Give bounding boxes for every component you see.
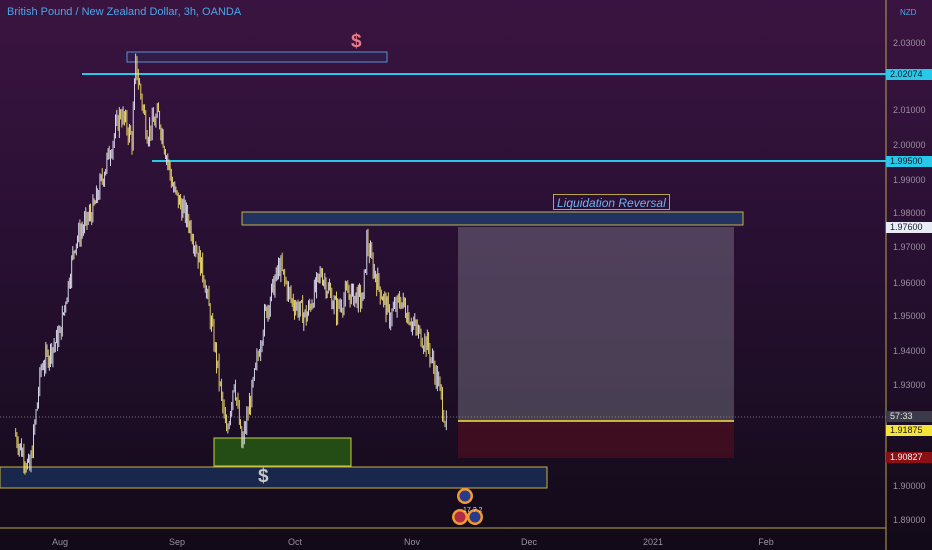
long-position-profit-zone[interactable] [458,227,734,421]
y-tick: 1.90000 [893,481,926,491]
liquidation-reversal-zone[interactable] [241,211,744,226]
long-position-stop-zone[interactable] [458,421,734,458]
y-tick: 1.98000 [893,208,926,218]
top-liquidity-box[interactable] [126,51,388,63]
chart-canvas[interactable] [0,0,932,550]
price-tag-stop[interactable]: 1.90827 [886,452,932,463]
y-tick: 2.03000 [893,38,926,48]
blue-support-zone[interactable] [0,466,548,489]
x-tick: 2021 [642,537,664,547]
countdown-tag: 57:33 [886,411,932,422]
y-tick: 2.01000 [893,105,926,115]
nz-flag-icon [459,490,471,502]
y-tick: 1.89000 [893,515,926,525]
x-tick: Sep [168,537,186,547]
y-tick: 2.00000 [893,140,926,150]
x-tick: Feb [758,537,774,547]
price-candles [15,53,447,475]
x-tick: Nov [403,537,421,547]
currency-label: NZD [900,8,917,17]
price-tag-current[interactable]: 1.91875 [886,425,932,436]
y-tick: 1.96000 [893,278,926,288]
y-tick: 1.99000 [893,175,926,185]
dollar-bottom-icon: $ [258,466,269,487]
chart-window[interactable]: British Pound / New Zealand Dollar, 3h, … [0,0,932,550]
y-tick: 1.94000 [893,346,926,356]
liquidation-reversal-label[interactable]: Liquidation Reversal [553,194,670,210]
symbol-title: British Pound / New Zealand Dollar, 3h, … [7,6,242,18]
y-tick: 1.93000 [893,380,926,390]
x-tick: Aug [51,537,69,547]
x-tick: Oct [287,537,303,547]
y-tick: 1.95000 [893,311,926,321]
green-support-zone[interactable] [213,437,352,467]
price-tag-target[interactable]: 1.97600 [886,222,932,233]
x-tick: Dec [520,537,538,547]
price-tag-resistance-mid[interactable]: 1.99500 [886,156,932,167]
event-count-label: 17 ? 2 [463,507,483,514]
price-tag-resistance-high[interactable]: 2.02074 [886,69,932,80]
y-tick: 1.97000 [893,242,926,252]
dollar-top-icon: $ [351,31,362,52]
